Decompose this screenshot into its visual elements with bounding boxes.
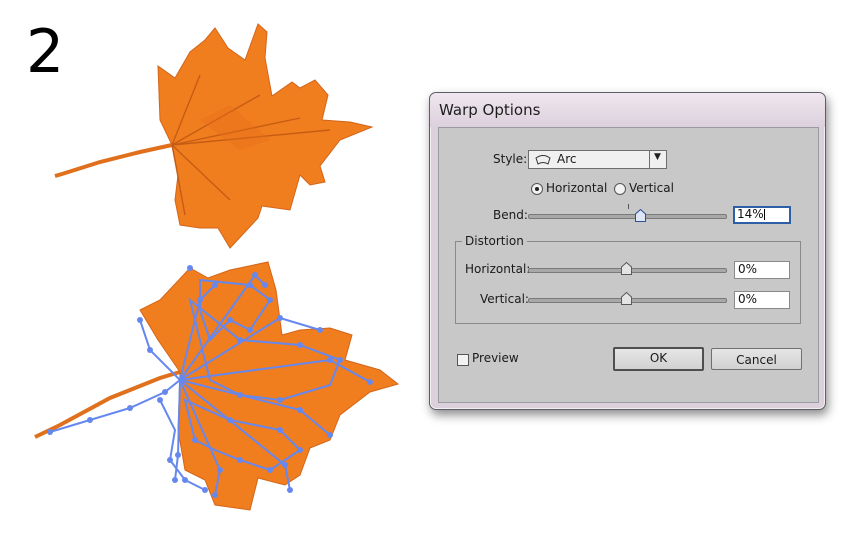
maple-leaf-top [54, 23, 374, 249]
chevron-down-icon: ▼ [654, 152, 661, 162]
distortion-vertical-label: Vertical: [480, 292, 529, 306]
dialog-titlebar[interactable]: Warp Options [430, 93, 825, 127]
bend-center-tick [628, 204, 629, 209]
distortion-vertical-slider-thumb[interactable] [621, 292, 632, 305]
preview-label: Preview [472, 351, 519, 365]
distortion-group-title: Distortion [462, 234, 527, 248]
distortion-horizontal-input[interactable]: 0% [734, 261, 790, 279]
vertical-radio[interactable] [614, 183, 626, 195]
dialog-client: Style: Arc ▼ Horizontal Vertical Bend: 1… [438, 127, 819, 403]
bend-label: Bend: [493, 208, 528, 222]
style-select[interactable]: Arc ▼ [528, 150, 667, 169]
style-dropdown-button[interactable]: ▼ [649, 151, 666, 168]
bend-slider-thumb[interactable] [634, 209, 646, 222]
horizontal-radio[interactable] [531, 183, 543, 195]
maple-leaf-warped [34, 261, 400, 511]
bend-input[interactable]: 14% [733, 206, 791, 224]
warp-options-dialog: Warp Options Style: Arc ▼ Horizontal Ver… [429, 92, 826, 410]
dialog-title: Warp Options [439, 101, 541, 119]
leaf-artwork [34, 23, 400, 511]
distortion-group: Distortion [455, 234, 801, 324]
ok-button[interactable]: OK [613, 347, 704, 371]
cancel-button[interactable]: Cancel [711, 348, 802, 370]
preview-checkbox[interactable] [457, 354, 469, 366]
distortion-horizontal-label: Horizontal: [465, 262, 531, 276]
distortion-vertical-input[interactable]: 0% [734, 291, 790, 309]
style-select-value: Arc [557, 152, 577, 166]
text-caret [763, 209, 765, 220]
style-label: Style: [493, 152, 528, 166]
bend-input-value: 14% [737, 207, 764, 221]
distortion-vertical-value: 0% [738, 292, 758, 306]
distortion-horizontal-value: 0% [738, 262, 758, 276]
arc-warp-icon [535, 155, 551, 165]
vertical-radio-label: Vertical [629, 181, 674, 195]
distortion-horizontal-slider-thumb[interactable] [621, 262, 632, 275]
horizontal-radio-label: Horizontal [546, 181, 608, 195]
bend-slider-track[interactable] [528, 214, 727, 219]
